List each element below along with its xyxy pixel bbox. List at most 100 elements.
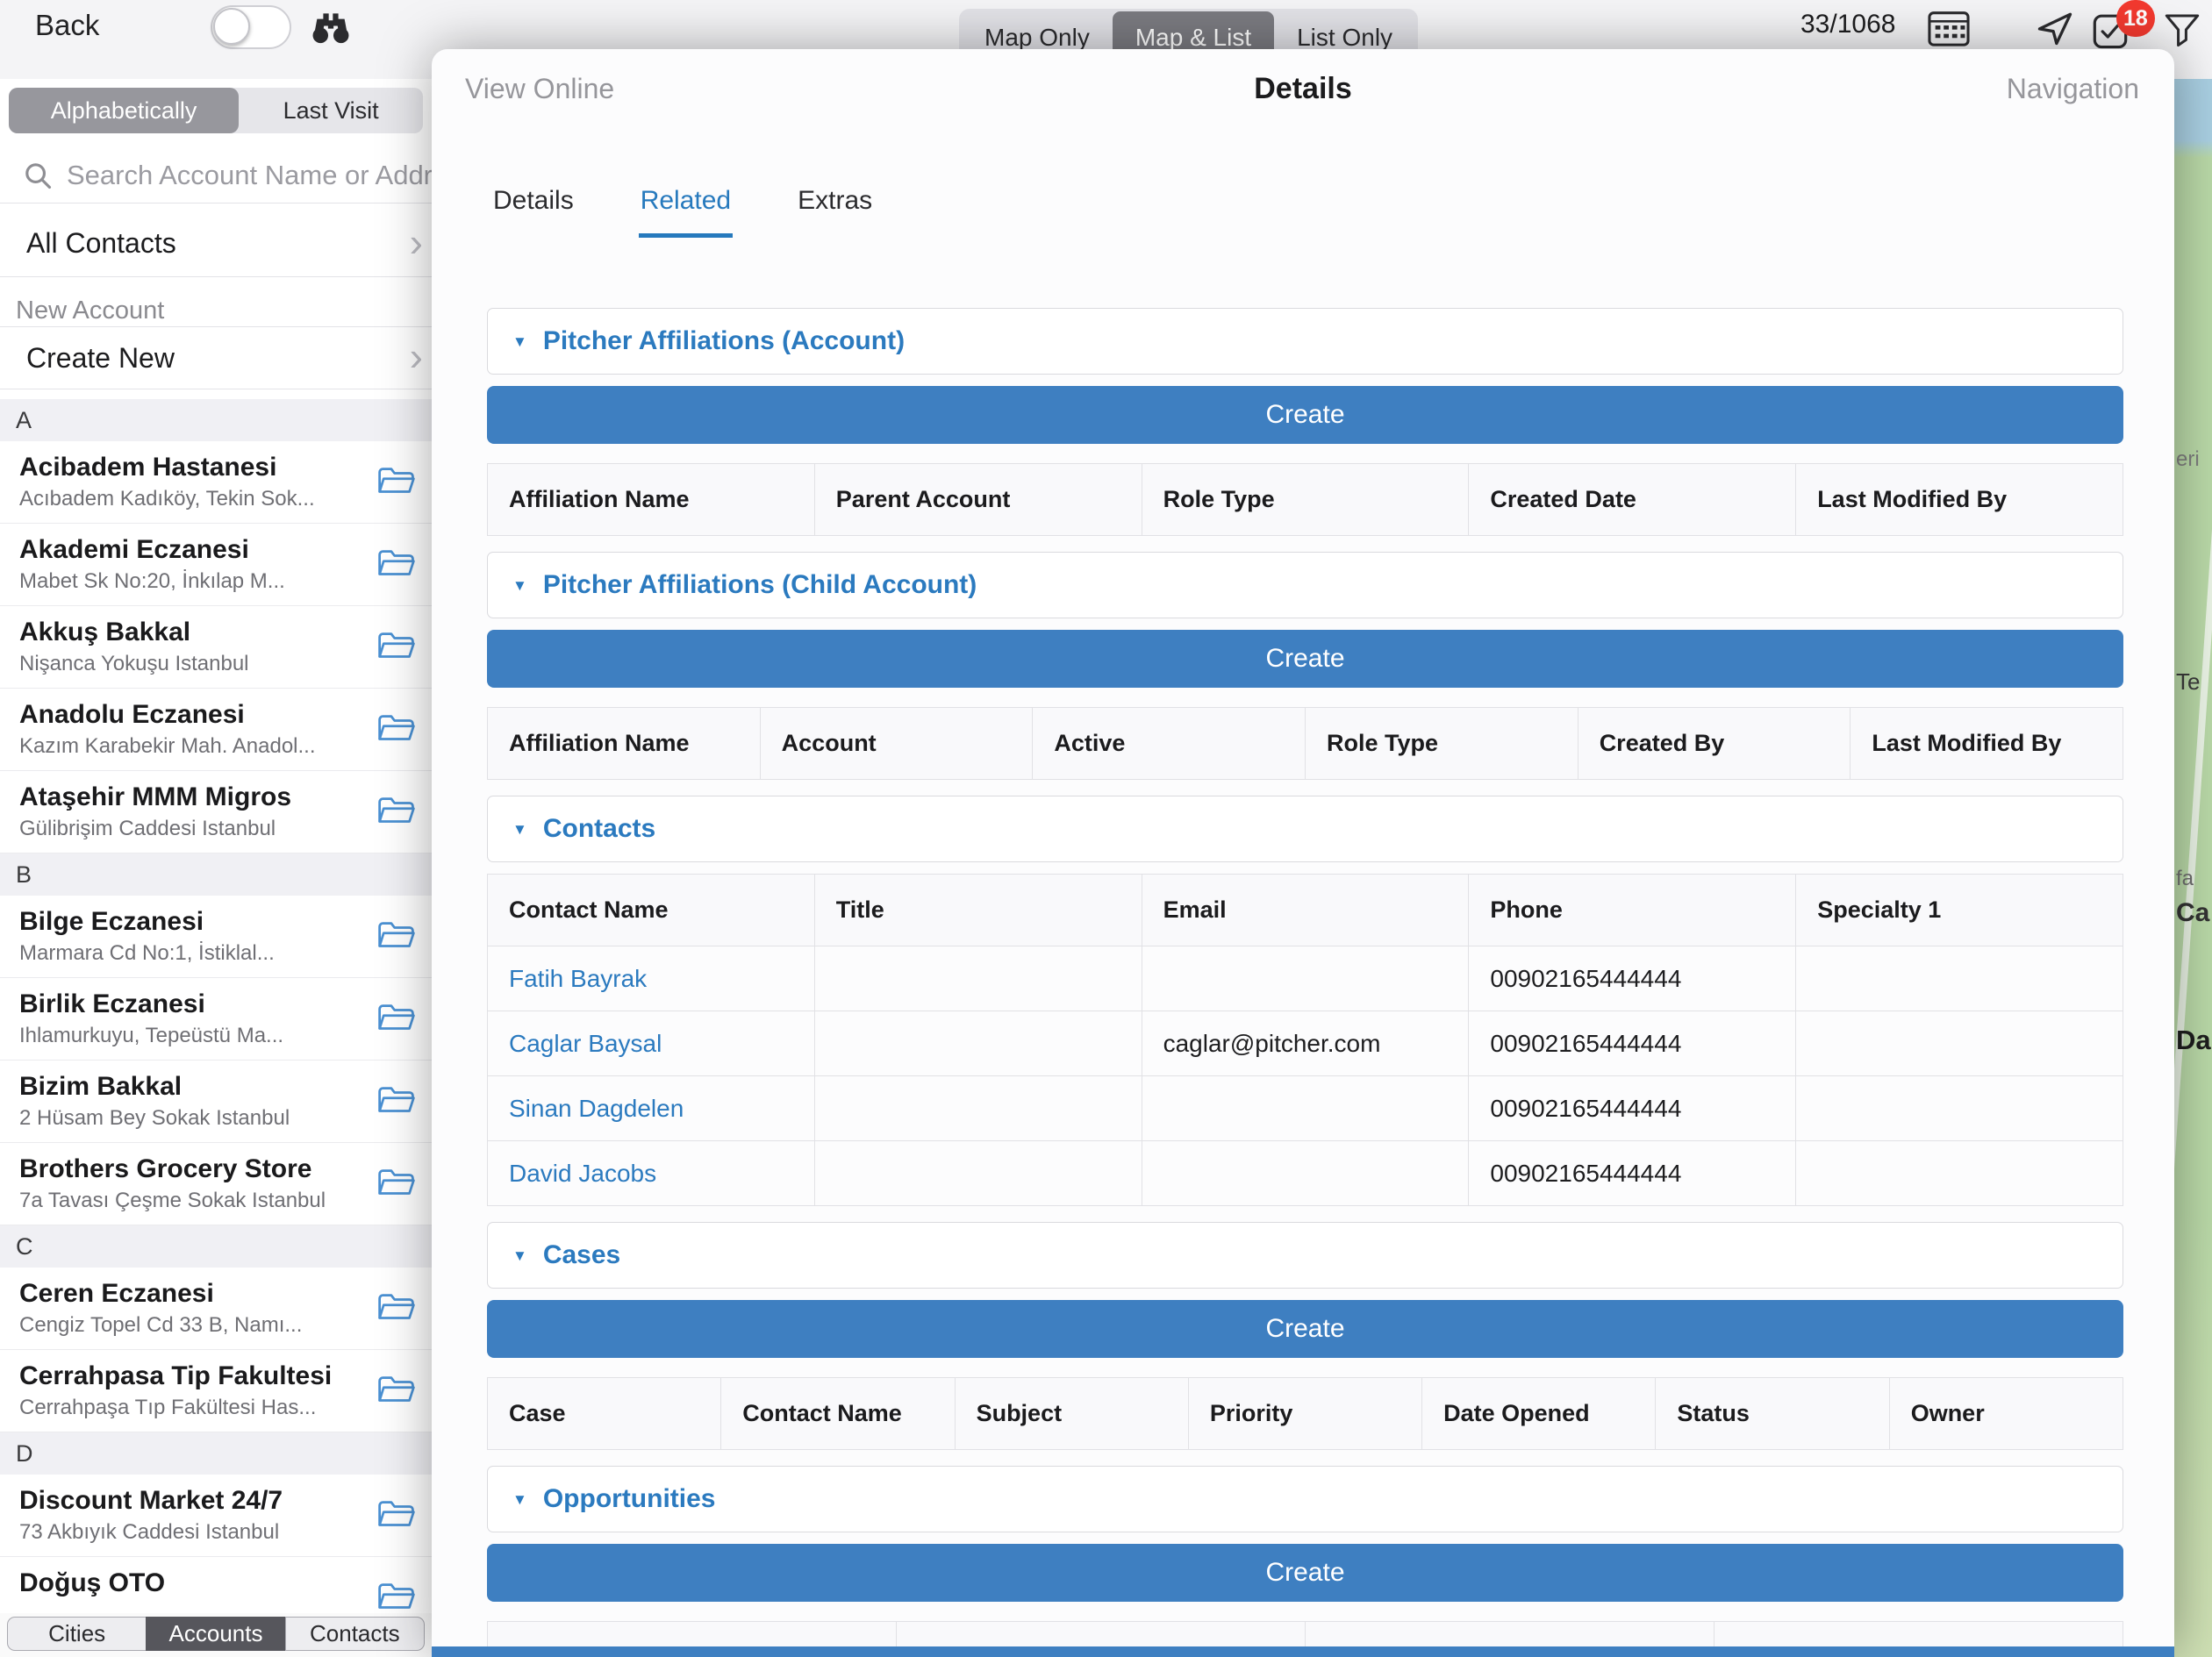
back-button[interactable]: Back xyxy=(35,2,99,49)
create-button[interactable]: Create xyxy=(487,386,2123,444)
binoculars-icon[interactable] xyxy=(309,7,353,47)
folder-icon[interactable] xyxy=(376,1581,418,1613)
create-button[interactable]: Create xyxy=(487,1544,2123,1602)
column-header: Affiliation Name xyxy=(488,708,761,780)
map-label: fa xyxy=(2176,867,2194,891)
sort-last-visit[interactable]: Last Visit xyxy=(239,88,423,133)
section-header-pitcher-affiliations-child-account[interactable]: ▼Pitcher Affiliations (Child Account) xyxy=(487,552,2123,618)
account-list-item[interactable]: Akkuş BakkalNişanca Yokuşu Istanbul xyxy=(0,606,432,689)
folder-icon[interactable] xyxy=(376,712,418,745)
column-header: Phone xyxy=(1469,875,1796,946)
create-button[interactable]: Create xyxy=(487,1300,2123,1358)
tab-related[interactable]: Related xyxy=(639,186,733,238)
column-header: Case xyxy=(488,1378,721,1450)
table-cell xyxy=(815,1141,1142,1206)
table-cell: 00902165444444 xyxy=(1469,946,1796,1011)
map-region: eriTefaCaDarıc xyxy=(2174,79,2212,1657)
account-list-item[interactable]: Acibadem HastanesiAcıbadem Kadıköy, Teki… xyxy=(0,441,432,524)
account-name: Discount Market 24/7 xyxy=(19,1482,351,1519)
chevron-right-icon: › xyxy=(410,222,423,262)
collapse-triangle-icon: ▼ xyxy=(512,1492,527,1507)
account-name: Doğuş OTO xyxy=(19,1565,351,1602)
section-header-pitcher-affiliations-account[interactable]: ▼Pitcher Affiliations (Account) xyxy=(487,308,2123,375)
folder-icon[interactable] xyxy=(376,547,418,580)
tab-extras[interactable]: Extras xyxy=(796,186,874,238)
account-name: Bizim Bakkal xyxy=(19,1068,351,1105)
account-list-item[interactable]: Bilge EczanesiMarmara Cd No:1, İstiklal.… xyxy=(0,896,432,978)
section-letter: C xyxy=(0,1225,432,1268)
tab-details[interactable]: Details xyxy=(491,186,576,238)
folder-icon[interactable] xyxy=(376,1167,418,1199)
section-header-contacts[interactable]: ▼Contacts xyxy=(487,796,2123,862)
calendar-icon[interactable] xyxy=(1927,7,1971,47)
column-header: Account xyxy=(761,708,1034,780)
table-cell: caglar@pitcher.com xyxy=(1142,1011,1470,1076)
account-list-item[interactable]: Anadolu EczanesiKazım Karabekir Mah. Ana… xyxy=(0,689,432,771)
account-address: Nişanca Yokuşu Istanbul xyxy=(19,651,351,677)
folder-icon[interactable] xyxy=(376,1374,418,1406)
column-header: Contact Name xyxy=(488,875,815,946)
folder-icon[interactable] xyxy=(376,630,418,662)
table-contacts: Contact NameTitleEmailPhoneSpecialty 1Fa… xyxy=(487,874,2123,1206)
table-header-row: Contact NameTitleEmailPhoneSpecialty 1 xyxy=(488,875,2123,946)
table-cell: 00902165444444 xyxy=(1469,1076,1796,1141)
account-list-item[interactable]: Brothers Grocery Store7a Tavası Çeşme So… xyxy=(0,1143,432,1225)
all-contacts-item[interactable]: All Contacts › xyxy=(0,211,432,277)
section-header-cases[interactable]: ▼Cases xyxy=(487,1222,2123,1289)
section-letter: D xyxy=(0,1432,432,1475)
account-list-item[interactable]: Discount Market 24/773 Akbıyık Caddesi I… xyxy=(0,1475,432,1557)
table-pitcher-affiliations-child-account: Affiliation NameAccountActiveRole TypeCr… xyxy=(487,707,2123,780)
table-row: Fatih Bayrak 00902165444444 xyxy=(488,946,2123,1011)
bottom-tab-bar: Cities Accounts Contacts xyxy=(0,1613,432,1657)
create-new-item[interactable]: Create New › xyxy=(0,326,432,389)
table-pitcher-affiliations-account: Affiliation NameParent AccountRole TypeC… xyxy=(487,463,2123,536)
column-header: Owner xyxy=(1890,1378,2123,1450)
folder-icon[interactable] xyxy=(376,1291,418,1324)
account-name: Cerrahpasa Tip Fakultesi xyxy=(19,1358,351,1395)
account-address: 2 Hüsam Bey Sokak Istanbul xyxy=(19,1105,351,1132)
map-label: Darıc xyxy=(2176,1025,2212,1056)
folder-icon[interactable] xyxy=(376,795,418,827)
folder-icon[interactable] xyxy=(376,1084,418,1117)
sort-alphabetically[interactable]: Alphabetically xyxy=(9,88,239,133)
account-list-item[interactable]: Birlik EczanesiIhlamurkuyu, Tepeüstü Ma.… xyxy=(0,978,432,1061)
notification-badge: 18 xyxy=(2116,0,2155,37)
tab-contacts[interactable]: Contacts xyxy=(285,1617,425,1651)
folder-icon[interactable] xyxy=(376,1002,418,1034)
accounts-sidebar: Alphabetically Last Visit All Contacts ›… xyxy=(0,79,432,1657)
navigation-button[interactable]: Navigation xyxy=(2007,49,2139,128)
column-header: Created By xyxy=(1578,708,1851,780)
chevron-right-icon: › xyxy=(410,336,423,376)
search-input[interactable] xyxy=(67,160,432,191)
folder-icon[interactable] xyxy=(376,465,418,497)
column-header: Email xyxy=(1142,875,1470,946)
folder-icon[interactable] xyxy=(376,919,418,952)
record-link[interactable]: Caglar Baysal xyxy=(488,1011,815,1076)
record-link[interactable]: David Jacobs xyxy=(488,1141,815,1206)
column-header: Role Type xyxy=(1142,464,1470,536)
section-opportunities: ▼OpportunitiesCreateOpportunity NameStag… xyxy=(487,1466,2123,1657)
create-button[interactable]: Create xyxy=(487,630,2123,688)
table-cell: 00902165444444 xyxy=(1469,1011,1796,1076)
navigation-arrow-icon[interactable] xyxy=(2034,7,2076,49)
account-address: Marmara Cd No:1, İstiklal... xyxy=(19,940,351,967)
toggle-switch[interactable] xyxy=(211,5,291,49)
account-list-item[interactable]: Akademi EczanesiMabet Sk No:20, İnkılap … xyxy=(0,524,432,606)
modal-header: View Online Details Navigation xyxy=(432,49,2174,128)
table-cell xyxy=(815,1076,1142,1141)
tab-accounts[interactable]: Accounts xyxy=(146,1617,284,1651)
tab-cities[interactable]: Cities xyxy=(7,1617,146,1651)
section-title: Opportunities xyxy=(543,1484,716,1514)
folder-icon[interactable] xyxy=(376,1498,418,1531)
table-cell xyxy=(1796,946,2123,1011)
app-screen: Back Map Only Map & List List Only 33/10… xyxy=(0,0,2212,1657)
filter-funnel-icon[interactable] xyxy=(2162,9,2202,49)
record-link[interactable]: Sinan Dagdelen xyxy=(488,1076,815,1141)
account-list-item[interactable]: Ataşehir MMM MigrosGülibrişim Caddesi Is… xyxy=(0,771,432,853)
account-list-item[interactable]: Bizim Bakkal2 Hüsam Bey Sokak Istanbul xyxy=(0,1061,432,1143)
account-list-item[interactable]: Ceren EczanesiCengiz Topel Cd 33 B, Namı… xyxy=(0,1268,432,1350)
record-link[interactable]: Fatih Bayrak xyxy=(488,946,815,1011)
table-cell xyxy=(815,946,1142,1011)
section-header-opportunities[interactable]: ▼ Opportunities xyxy=(487,1466,2123,1532)
account-list-item[interactable]: Cerrahpasa Tip FakultesiCerrahpaşa Tıp F… xyxy=(0,1350,432,1432)
